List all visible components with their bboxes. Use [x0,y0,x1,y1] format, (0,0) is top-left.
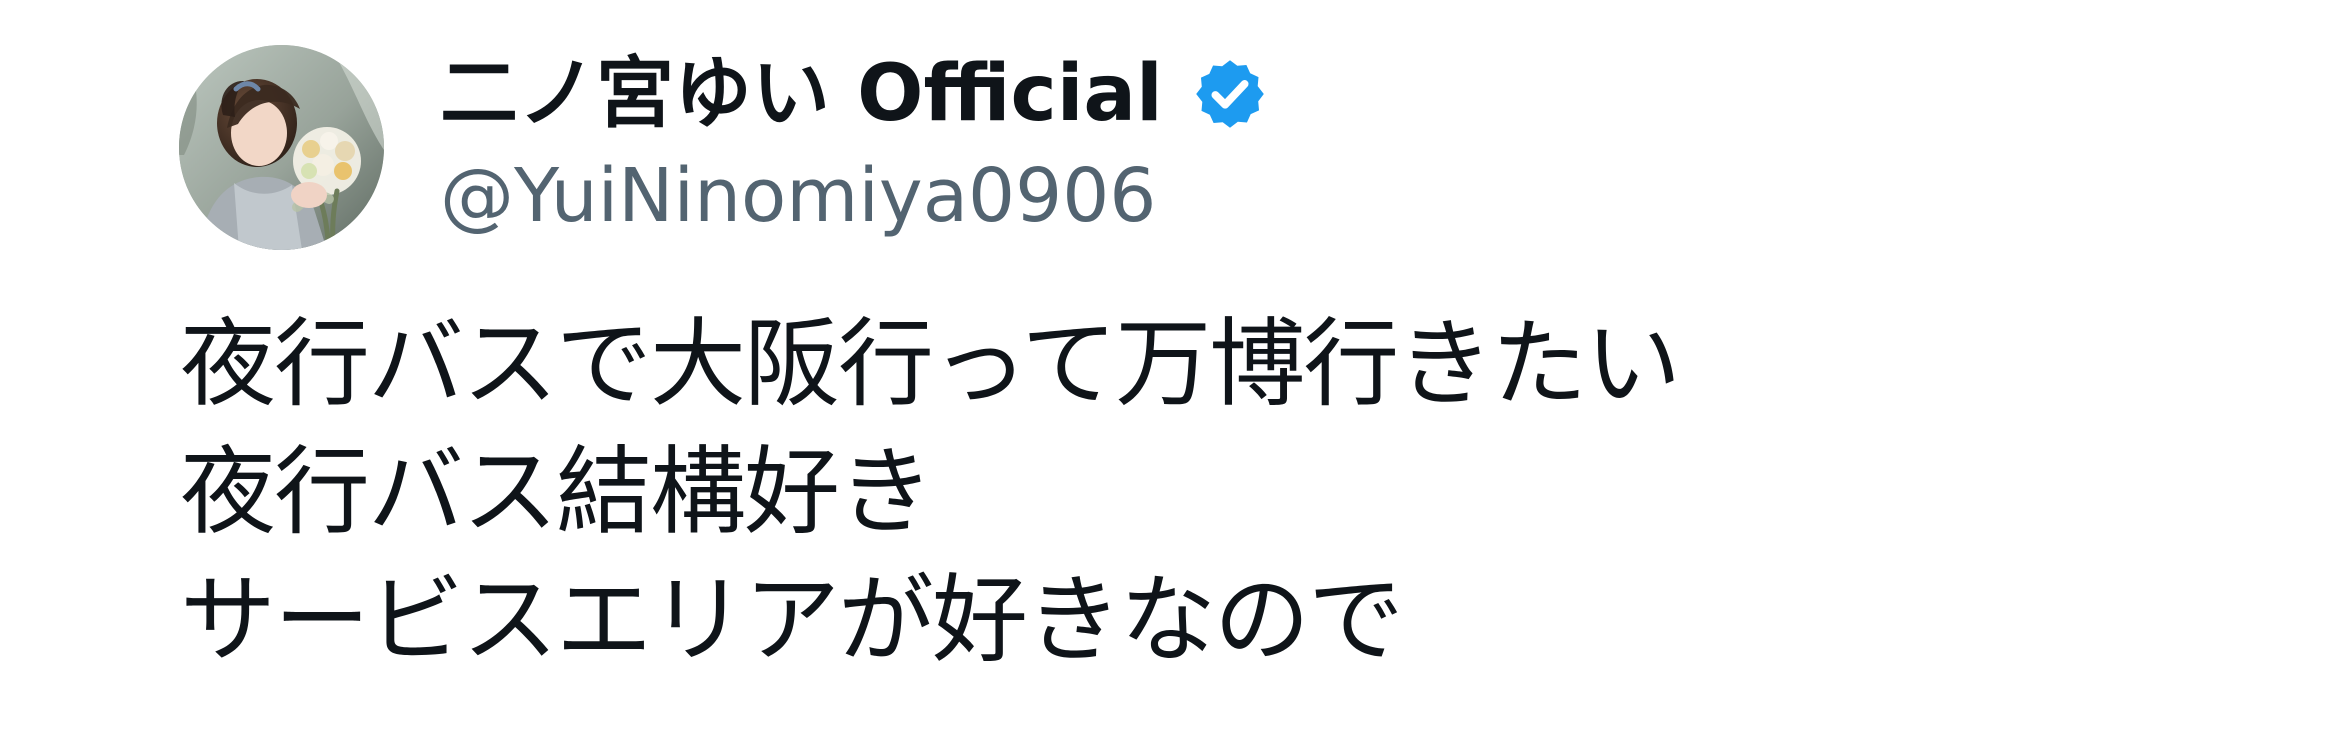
tweet-card: 二ノ宮ゆい Official @YuiNinomiya0906 夜行バスで大阪行… [0,0,2340,733]
verified-badge-icon [1191,55,1269,133]
name-row: 二ノ宮ゆい Official [440,40,1269,148]
tweet-header: 二ノ宮ゆい Official @YuiNinomiya0906 [440,40,1269,250]
display-name[interactable]: 二ノ宮ゆい Official [440,55,1163,133]
tweet-text: 夜行バスで大阪行って万博行きたい 夜行バス結構好き サービスエリアが好きなので [180,300,2260,684]
tweet-text-line-1: 夜行バスで大阪行って万博行きたい [180,308,1681,420]
tweet-text-line-3: サービスエリアが好きなので [180,564,1404,676]
profile-avatar[interactable] [179,45,384,250]
user-handle[interactable]: @YuiNinomiya0906 [440,152,1269,241]
tweet-text-line-2: 夜行バス結構好き [180,436,934,548]
